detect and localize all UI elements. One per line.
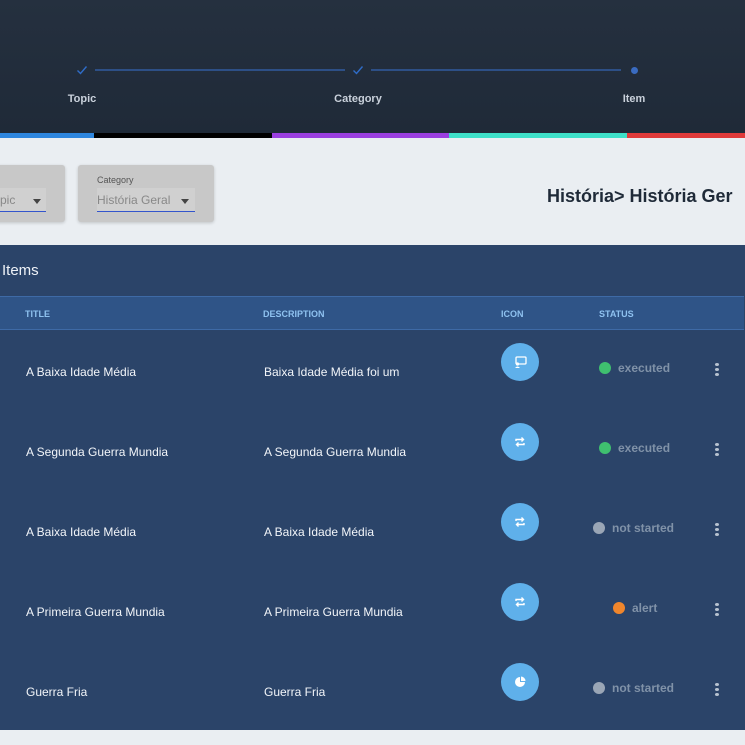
table-row[interactable]: A Segunda Guerra Mundia A Segunda Guerra… xyxy=(0,411,744,491)
step-item-dot-icon[interactable] xyxy=(626,62,642,78)
status-text: alert xyxy=(632,601,658,615)
row-description: A Primeira Guerra Mundia xyxy=(264,605,403,619)
row-menu-kebab-icon[interactable] xyxy=(715,363,719,377)
row-menu-kebab-icon[interactable] xyxy=(715,443,719,457)
status-badge: executed xyxy=(599,441,670,455)
step-connector xyxy=(95,69,345,71)
panel-title: Items xyxy=(2,262,39,279)
repeat-icon[interactable] xyxy=(501,583,539,621)
column-header-icon[interactable]: ICON xyxy=(501,309,524,319)
color-segment xyxy=(449,133,627,138)
column-header-title[interactable]: TITLE xyxy=(25,309,50,319)
status-badge: not started xyxy=(593,521,674,535)
pie-chart-icon[interactable] xyxy=(501,663,539,701)
row-title: A Baixa Idade Média xyxy=(26,365,137,379)
row-title: A Baixa Idade Média xyxy=(26,525,137,539)
category-dropdown-caret-icon[interactable] xyxy=(181,199,189,204)
category-filter-label: Category xyxy=(97,175,134,185)
category-select-value: História Geral xyxy=(97,192,171,207)
row-description: A Baixa Idade Média xyxy=(264,525,375,539)
row-menu-kebab-icon[interactable] xyxy=(715,683,719,697)
color-segment xyxy=(272,133,449,138)
status-badge: executed xyxy=(599,361,670,375)
breadcrumb: História> História Ger xyxy=(547,186,733,206)
step-topic-check-icon[interactable] xyxy=(74,62,90,78)
status-dot-icon xyxy=(613,602,625,614)
table-row[interactable]: Guerra Fria Guerra Fria not started xyxy=(0,651,744,731)
row-menu-kebab-icon[interactable] xyxy=(715,523,719,537)
column-header-status[interactable]: STATUS xyxy=(599,309,634,319)
step-color-bar xyxy=(0,133,745,138)
step-connector xyxy=(371,69,621,71)
row-description: A Segunda Guerra Mundia xyxy=(264,445,407,459)
page-bottom-spacer xyxy=(0,730,745,745)
row-title: A Segunda Guerra Mundia xyxy=(26,445,169,459)
table-row[interactable]: A Baixa Idade Média Baixa Idade Média fo… xyxy=(0,331,744,411)
status-dot-icon xyxy=(593,682,605,694)
status-text: executed xyxy=(618,361,671,375)
step-label-item[interactable]: Item xyxy=(574,93,694,105)
status-badge: not started xyxy=(593,681,674,695)
column-header-description[interactable]: DESCRIPTION xyxy=(263,309,325,319)
repeat-icon[interactable] xyxy=(501,503,539,541)
status-text: not started xyxy=(612,681,675,695)
row-description: Baixa Idade Média foi um xyxy=(264,365,400,379)
row-title: A Primeira Guerra Mundia xyxy=(26,605,165,619)
color-segment xyxy=(94,133,272,138)
step-category-check-icon[interactable] xyxy=(350,62,366,78)
step-label-topic[interactable]: Topic xyxy=(22,93,142,105)
row-description: Guerra Fria xyxy=(264,685,326,699)
topic-select-value: pic xyxy=(0,192,16,207)
status-text: executed xyxy=(618,441,671,455)
step-label-category[interactable]: Category xyxy=(298,93,418,105)
color-segment xyxy=(627,133,745,138)
status-dot-icon xyxy=(593,522,605,534)
repeat-icon[interactable] xyxy=(501,423,539,461)
status-dot-icon xyxy=(599,362,611,374)
topic-dropdown-caret-icon[interactable] xyxy=(33,199,41,204)
color-segment xyxy=(0,133,94,138)
table-row[interactable]: A Primeira Guerra Mundia A Primeira Guer… xyxy=(0,571,744,651)
row-title: Guerra Fria xyxy=(26,685,88,699)
status-text: not started xyxy=(612,521,675,535)
row-menu-kebab-icon[interactable] xyxy=(715,603,719,617)
chalkboard-icon[interactable] xyxy=(501,343,539,381)
stepper: Topic Category Item xyxy=(0,0,745,133)
table-row[interactable]: A Baixa Idade Média A Baixa Idade Média … xyxy=(0,491,744,571)
status-badge: alert xyxy=(613,601,657,615)
status-dot-icon xyxy=(599,442,611,454)
